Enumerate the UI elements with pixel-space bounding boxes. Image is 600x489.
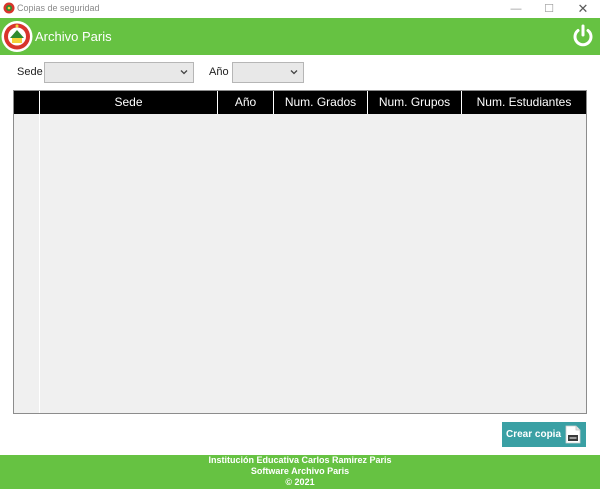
app-footer: Institución Educativa Carlos Ramirez Par… [0,455,600,489]
window-titlebar: Copias de seguridad — ☐ ✕ [0,0,600,18]
maximize-button[interactable]: ☐ [541,1,557,17]
row-header-column [14,114,40,413]
sede-label: Sede [17,66,43,78]
ano-label: Año [209,66,229,78]
footer-software: Software Archivo Paris [250,466,350,476]
document-file-icon [565,425,581,444]
row-header-corner[interactable] [14,91,40,114]
close-button[interactable]: ✕ [575,1,591,17]
footer-institution: Institución Educativa Carlos Ramirez Par… [208,455,392,465]
grid-header: Sede Año Num. Grados Num. Grupos Num. Es… [14,91,586,114]
ano-select[interactable] [232,62,304,83]
power-icon[interactable] [570,23,596,49]
app-name: Archivo Paris [35,29,112,44]
minimize-button[interactable]: — [508,1,524,17]
app-icon [3,2,15,14]
app-header: Archivo Paris [0,18,600,55]
chevron-down-icon [290,70,298,75]
chevron-down-icon [180,70,188,75]
backup-grid[interactable]: Sede Año Num. Grados Num. Grupos Num. Es… [13,90,587,414]
footer-copyright: © 2021 [285,477,315,487]
window-title: Copias de seguridad [17,3,100,13]
create-copy-button[interactable]: Crear copia [502,422,586,447]
column-header-num-estudiantes[interactable]: Num. Estudiantes [462,91,586,114]
column-header-num-grupos[interactable]: Num. Grupos [368,91,462,114]
school-crest-icon [1,21,33,52]
sede-select[interactable] [44,62,194,83]
column-header-ano[interactable]: Año [218,91,274,114]
create-copy-label: Crear copia [506,429,562,440]
column-header-sede[interactable]: Sede [40,91,218,114]
column-header-num-grados[interactable]: Num. Grados [274,91,368,114]
